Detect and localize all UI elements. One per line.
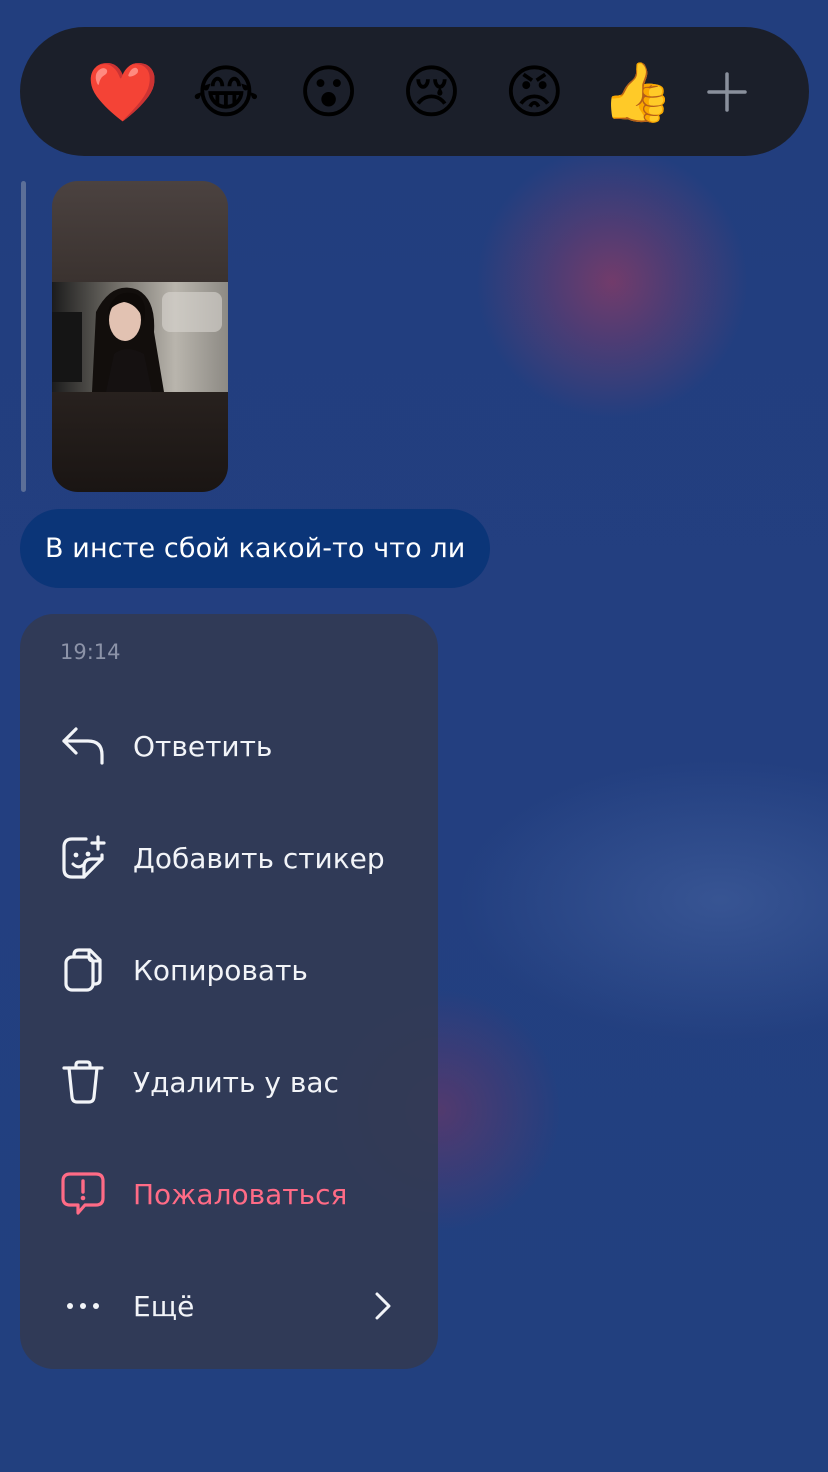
menu-item-delete[interactable]: Удалить у вас: [20, 1037, 438, 1127]
photo-thumbnail: [52, 282, 228, 392]
chevron-right-icon: [372, 1291, 394, 1321]
reaction-bar: ❤️ 😂 😮 😢 😡 👍: [20, 27, 809, 156]
message-time: 19:14: [60, 640, 121, 664]
more-dots-icon: [60, 1283, 106, 1329]
menu-item-label: Копировать: [133, 953, 308, 987]
surprised-emoji-icon: 😮: [298, 57, 359, 126]
reply-icon: [60, 723, 106, 769]
angry-emoji-icon: 😡: [504, 57, 565, 126]
photo-message[interactable]: [52, 181, 228, 492]
more-reactions-button[interactable]: [699, 64, 755, 120]
reaction-angry[interactable]: 😡: [493, 51, 575, 133]
thumbs-up-emoji-icon: 👍: [601, 57, 674, 126]
reaction-heart[interactable]: ❤️: [82, 51, 164, 133]
menu-item-more[interactable]: Ещё: [20, 1261, 438, 1351]
crying-emoji-icon: 😢: [401, 57, 462, 126]
menu-item-reply[interactable]: Ответить: [20, 701, 438, 791]
laughing-emoji-icon: 😂: [191, 57, 260, 126]
context-menu: 19:14 Ответить Добавить стикер Копироват…: [20, 614, 438, 1369]
menu-item-label: Ответить: [133, 729, 273, 763]
report-icon: [60, 1171, 106, 1217]
menu-item-label: Удалить у вас: [133, 1065, 339, 1099]
copy-icon: [60, 947, 106, 993]
plus-icon: [707, 71, 747, 112]
reaction-laughing[interactable]: 😂: [185, 51, 267, 133]
trash-icon: [60, 1059, 106, 1105]
menu-item-copy[interactable]: Копировать: [20, 925, 438, 1015]
menu-item-label: Добавить стикер: [133, 841, 385, 875]
menu-item-label: Ещё: [133, 1289, 195, 1323]
reaction-crying[interactable]: 😢: [390, 51, 472, 133]
sticker-add-icon: [60, 835, 106, 881]
message-bubble[interactable]: В инсте сбой какой-то что ли: [20, 509, 491, 588]
reply-indicator-bar: [21, 181, 26, 492]
reaction-thumbs-up[interactable]: 👍: [596, 51, 678, 133]
reaction-surprised[interactable]: 😮: [288, 51, 370, 133]
message-text: В инсте сбой какой-то что ли: [45, 533, 466, 564]
menu-item-add-sticker[interactable]: Добавить стикер: [20, 813, 438, 903]
menu-item-label: Пожаловаться: [133, 1177, 348, 1211]
heart-emoji-icon: ❤️: [86, 57, 160, 126]
menu-item-report[interactable]: Пожаловаться: [20, 1149, 438, 1239]
